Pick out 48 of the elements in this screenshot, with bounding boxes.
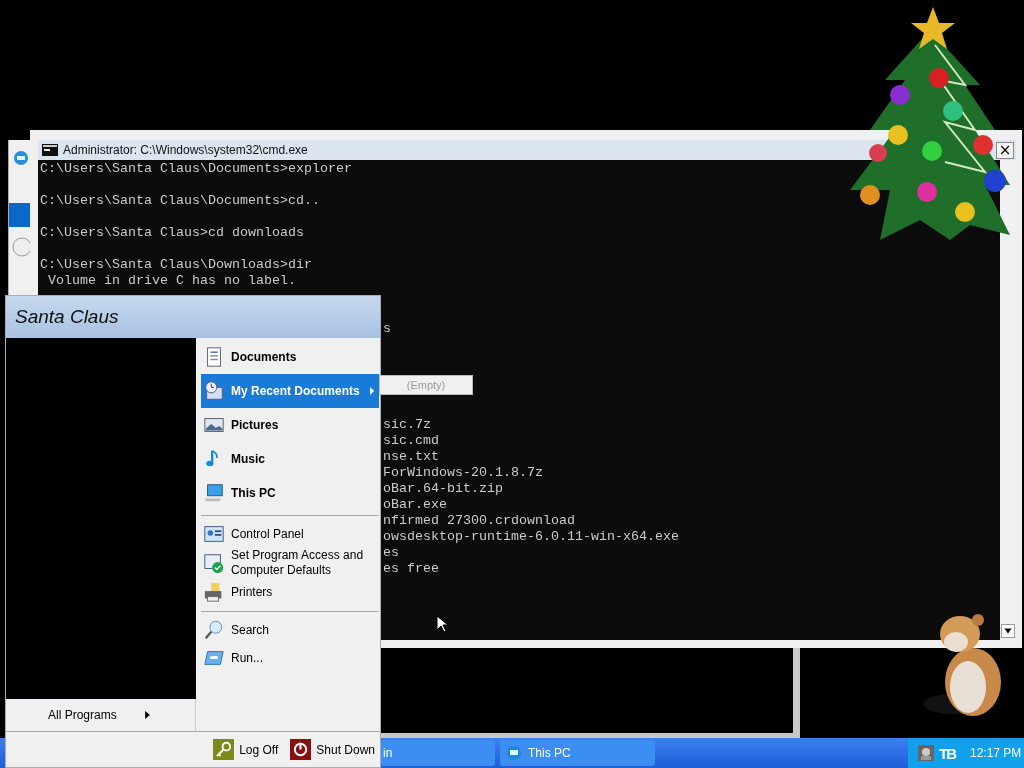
console-line: oBar.exe [383,497,447,512]
key-icon [213,739,235,760]
clock-icon [203,380,225,402]
control-panel-icon [203,523,225,545]
menu-item[interactable]: Control Panel [201,520,379,548]
console-icon [42,144,58,156]
console-line: C:\Users\Santa Claus\Documents>explorer [40,161,352,176]
console-line: nfirmed 27300.crdownload [383,513,575,528]
console-line: s [383,321,391,336]
menu-item[interactable]: Pictures [201,408,379,442]
footer-button[interactable]: Log Off [213,739,279,760]
console-line: sic.cmd [383,433,439,448]
app-icon[interactable] [918,745,934,761]
console-line: C:\Users\Santa Claus\Documents>cd.. [40,193,320,208]
menu-item[interactable]: Printers [201,578,379,606]
footer-label: Log Off [239,742,279,757]
menu-item[interactable]: My Recent Documents [201,374,379,408]
globe-icon [13,150,29,166]
caret-icon [144,711,150,719]
console-line: Volume in drive C has no label. [47,273,296,288]
globe-icon [506,745,522,761]
console-line: owsdesktop-runtime-6.0.11-win-x64.exe [383,529,679,544]
clock: 12:17 PM [970,746,1022,760]
console-line: es [383,545,399,560]
checkmark-icon [203,552,225,574]
footer-label: Shut Down [316,742,375,757]
console-line: C:\Users\Santa Claus\Downloads>dir [40,257,312,272]
search-icon [203,619,225,641]
close-button[interactable]: × [996,141,1014,159]
console-line: es free [383,561,439,576]
power-icon [290,739,312,760]
console-line: sic.7z [383,417,431,432]
mouse-cursor-icon [436,615,448,633]
console-line: ForWindows-20.1.8.7z [383,465,543,480]
user-name: Santa Claus [15,306,119,328]
console-line: C:\Users\Santa Claus>cd downloads [40,225,304,240]
menu-item[interactable]: Run... [201,644,379,672]
menu-item[interactable]: Music [201,442,379,476]
menu-item[interactable]: Documents [201,340,379,374]
monitor-icon [203,482,225,504]
menu-item[interactable]: Set Program Access and Computer Defaults [201,548,379,578]
console-line: oBar.64-bit.zip [383,481,503,496]
scroll-down-icon[interactable] [1001,624,1015,638]
menu-item[interactable]: Search [201,616,379,644]
console-line: nse.txt [383,449,439,464]
footer-button[interactable]: Shut Down [290,739,375,760]
window-title: Administrator: C:\Windows\system32\cmd.exe [63,143,309,157]
menu-item[interactable]: This PC [201,476,379,510]
